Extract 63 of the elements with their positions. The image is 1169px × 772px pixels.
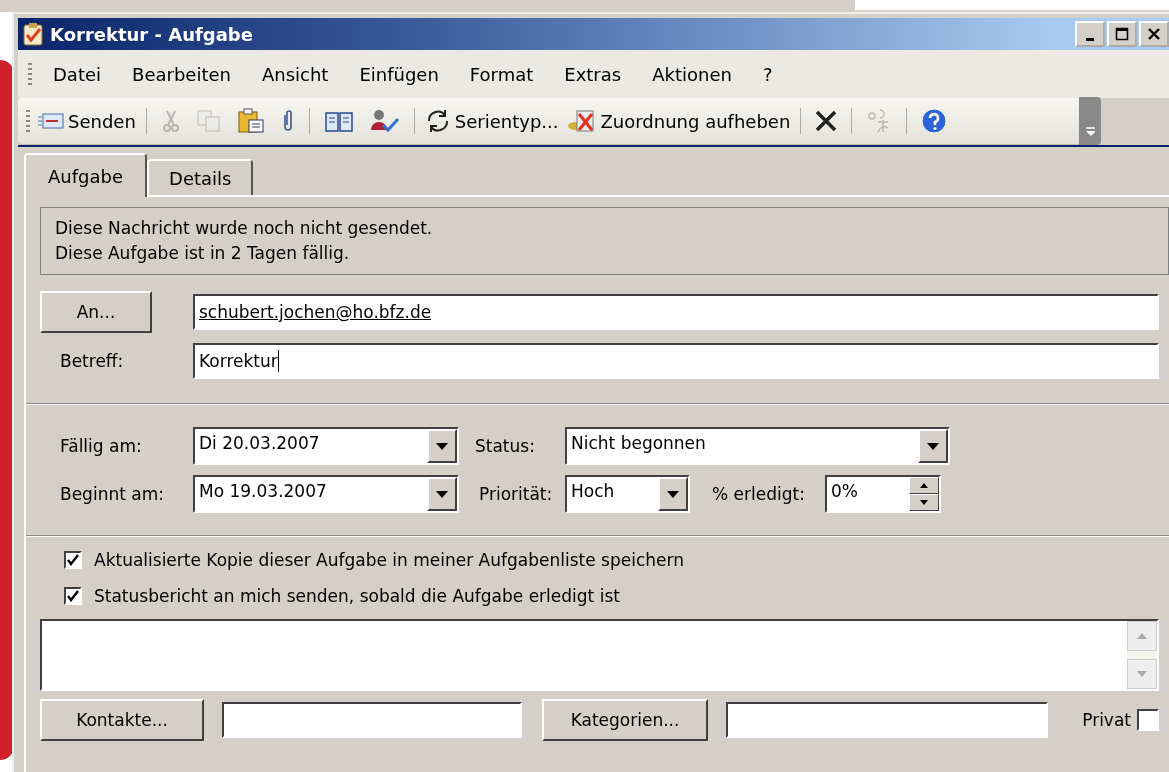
menu-item[interactable]: Aktionen bbox=[652, 63, 732, 85]
to-button[interactable]: An... bbox=[40, 291, 152, 333]
date-dropdown[interactable]: Di 20.03.2007 bbox=[193, 427, 459, 465]
menu-item[interactable]: Bearbeiten bbox=[132, 63, 231, 85]
up-arrow-icon bbox=[1137, 633, 1147, 639]
up-arrow-icon bbox=[919, 483, 928, 488]
status-dropdown[interactable]: Nicht begonnen bbox=[565, 427, 950, 465]
menu-item[interactable]: Ansicht bbox=[261, 63, 329, 85]
priority-dropdown[interactable]: Hoch bbox=[565, 475, 690, 513]
checkbox-label: Aktualisierte Kopie dieser Aufgabe in meiner Aufgabenliste speichern bbox=[94, 550, 684, 570]
down-arrow-icon bbox=[1137, 671, 1147, 677]
field-label: % erledigt: bbox=[711, 484, 805, 504]
recurrence-button[interactable]: Serientyp... bbox=[420, 102, 563, 140]
window-title: Korrektur - Aufgabe bbox=[50, 23, 253, 45]
checkbox-label: Statusbericht an mich senden, sobald die Aufgabe erledigt ist bbox=[94, 586, 620, 606]
close-button[interactable] bbox=[1139, 21, 1169, 47]
to-field[interactable]: schubert.jochen@ho.bfz.de bbox=[193, 294, 1159, 330]
contacts-button[interactable]: Kontakte... bbox=[40, 699, 204, 741]
checkbox-label: Privat bbox=[1082, 710, 1131, 730]
subject-field[interactable]: Korrektur bbox=[193, 343, 1159, 379]
info-text: Diese Aufgabe ist in 2 Tagen fällig. bbox=[55, 242, 351, 265]
caret-icon bbox=[927, 442, 939, 450]
grip-handle[interactable] bbox=[28, 63, 32, 85]
menu-item[interactable]: Einfügen bbox=[359, 63, 439, 85]
menu-item[interactable]: Format bbox=[469, 63, 534, 85]
menu-item[interactable]: Extras bbox=[564, 63, 622, 85]
clipboard-check-icon bbox=[22, 22, 44, 46]
menu-item[interactable]: Datei bbox=[53, 63, 102, 85]
caret-icon bbox=[436, 442, 448, 450]
menu-item[interactable]: ? bbox=[762, 63, 773, 85]
categories-button[interactable]: Kategorien... bbox=[542, 699, 708, 741]
notes-field[interactable] bbox=[40, 619, 1159, 691]
minimize-button[interactable] bbox=[1075, 21, 1105, 47]
envelope-icon bbox=[38, 112, 64, 130]
field-label: Status: bbox=[474, 436, 536, 456]
checkbox[interactable] bbox=[64, 587, 82, 605]
maximize-icon bbox=[1115, 27, 1129, 41]
minimize-icon bbox=[1086, 37, 1094, 41]
contacts-field[interactable] bbox=[222, 702, 522, 738]
checkbox[interactable] bbox=[64, 551, 82, 569]
checkbox[interactable] bbox=[1137, 709, 1159, 731]
unassign-button[interactable]: Zuordnung aufheben bbox=[562, 102, 795, 140]
tab[interactable]: Aufgabe bbox=[24, 153, 147, 197]
crossed-document-icon bbox=[566, 108, 597, 134]
percent-spinner[interactable]: 0% bbox=[824, 475, 941, 513]
send-button[interactable]: Senden bbox=[34, 102, 140, 140]
close-icon bbox=[1147, 27, 1161, 41]
date-dropdown[interactable]: Mo 19.03.2007 bbox=[193, 475, 459, 513]
categories-field[interactable] bbox=[726, 702, 1048, 738]
info-text: Diese Nachricht wurde noch nicht gesendet. bbox=[55, 217, 434, 240]
scrollbar[interactable] bbox=[1127, 621, 1157, 689]
down-arrow-icon bbox=[919, 500, 928, 505]
chevron-icon bbox=[1085, 127, 1095, 137]
field-label: Betreff: bbox=[59, 351, 125, 371]
field-label: Priorität: bbox=[478, 484, 554, 504]
grip-handle[interactable] bbox=[26, 110, 30, 132]
field-label: Beginnt am: bbox=[59, 484, 165, 504]
tab[interactable]: Details bbox=[147, 159, 254, 195]
caret-icon bbox=[436, 490, 448, 498]
maximize-button[interactable] bbox=[1107, 21, 1137, 47]
toolbar-options-button[interactable] bbox=[1079, 97, 1101, 145]
caret-icon bbox=[667, 490, 679, 498]
field-label: Fällig am: bbox=[59, 436, 143, 456]
